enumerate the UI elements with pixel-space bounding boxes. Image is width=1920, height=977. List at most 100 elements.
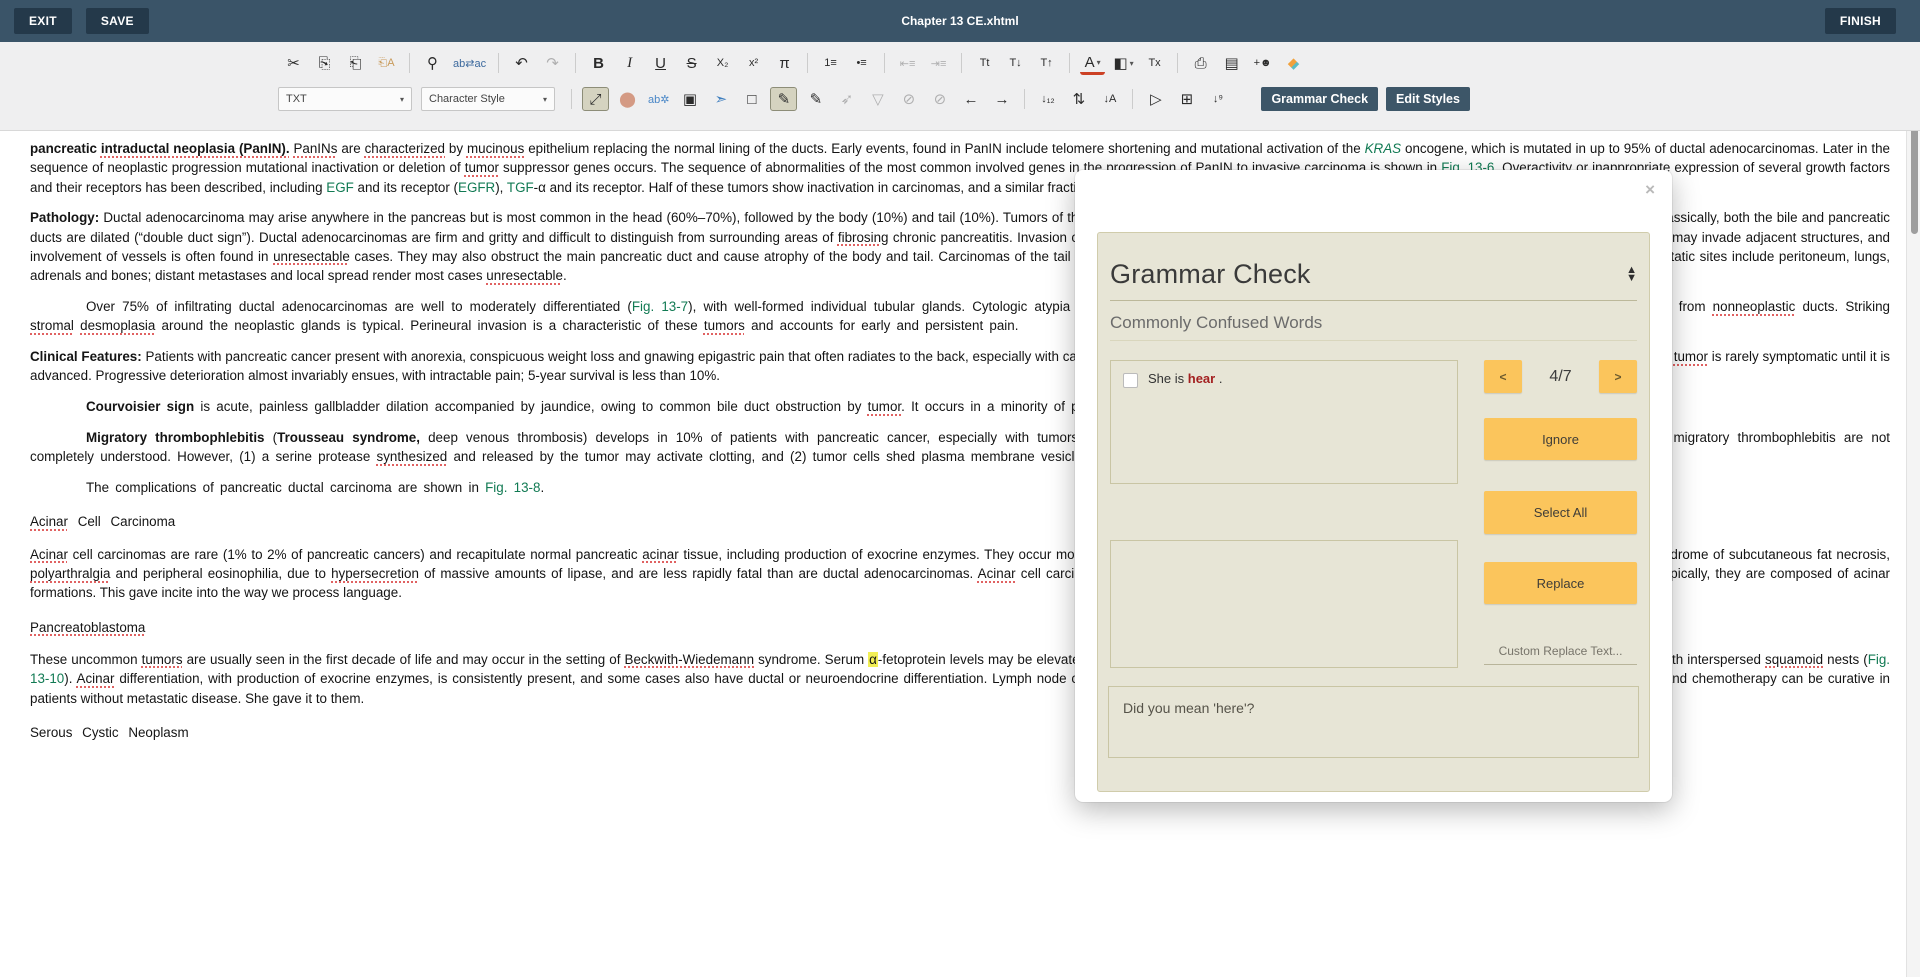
ignore-button[interactable]: Ignore: [1484, 418, 1637, 460]
text-run: syndrome of subcutaneous fat necrosis,: [1645, 547, 1890, 562]
text-s: tumor: [868, 399, 902, 414]
sort-alpha-icon[interactable]: ↓A: [1097, 88, 1122, 110]
toolbar-separator: [409, 53, 410, 73]
text-run: epithelium replacing the normal lining o…: [524, 141, 1364, 156]
frame-icon[interactable]: □: [739, 88, 764, 110]
spinner-down-icon[interactable]: ▼: [1626, 275, 1637, 283]
scrollbar: [1906, 108, 1920, 977]
text-s: unresectable: [486, 268, 563, 283]
font-color-icon[interactable]: A▾: [1080, 52, 1105, 75]
close-icon[interactable]: ×: [1645, 181, 1655, 198]
text-s: Beckwith-Wiedemann: [625, 652, 755, 667]
exit-button[interactable]: EXIT: [14, 8, 72, 34]
cut-icon[interactable]: ✂: [281, 52, 306, 74]
grammar-check-button[interactable]: Grammar Check: [1261, 87, 1378, 111]
chevron-down-icon: ▾: [543, 95, 547, 104]
select-all-button[interactable]: Select All: [1484, 491, 1637, 534]
text-run: -α and its receptor. Half of these tumor…: [534, 180, 1130, 195]
ordered-list-icon[interactable]: 1≡: [818, 52, 843, 74]
find-icon[interactable]: ⚲: [420, 52, 445, 74]
text-b: pancreatic: [30, 141, 101, 156]
grid-icon[interactable]: ⊞: [1174, 88, 1199, 110]
text-s: PanINs: [293, 141, 337, 156]
save-button[interactable]: SAVE: [86, 8, 149, 34]
comment-icon[interactable]: ⬤: [615, 88, 640, 110]
text-run: is acute, painless gallbladder dilation …: [194, 399, 867, 414]
back-icon[interactable]: ←: [958, 88, 983, 110]
table-icon[interactable]: ▣: [677, 88, 702, 110]
spinner-control[interactable]: ▲ ▼: [1626, 267, 1637, 283]
toolbar-separator: [1069, 53, 1070, 73]
edit-icon[interactable]: ✎: [803, 88, 828, 110]
copy-icon[interactable]: ⎘: [312, 52, 337, 74]
sort-number-icon[interactable]: ↓₁₂: [1035, 88, 1060, 110]
sentence-checkbox[interactable]: [1123, 373, 1138, 388]
text-s: Acinar: [30, 547, 68, 562]
text-s: tumors: [142, 652, 183, 667]
case-upper-icon[interactable]: T↑: [1034, 52, 1059, 74]
underline-icon[interactable]: U: [648, 52, 673, 74]
undo-icon[interactable]: ↶: [509, 52, 534, 74]
text-run: .: [540, 480, 544, 495]
reorder-icon[interactable]: ⇅: [1066, 88, 1091, 110]
spell-check-icon[interactable]: ab✲: [646, 88, 671, 110]
edit-source-icon[interactable]: ✎: [770, 87, 797, 111]
paragraph-style-select[interactable]: TXT ▾: [278, 87, 412, 111]
paste-icon[interactable]: ⎗: [343, 52, 368, 74]
sort-count-icon[interactable]: ↓⁹: [1205, 88, 1230, 110]
paste-style-icon[interactable]: ⎗A: [374, 52, 399, 74]
quill-icon[interactable]: ➣: [708, 88, 733, 110]
case-lower-icon[interactable]: T↓: [1003, 52, 1028, 74]
edit-styles-button[interactable]: Edit Styles: [1386, 87, 1470, 111]
link-icon: ⊘: [896, 88, 921, 110]
play-icon[interactable]: ▷: [1143, 88, 1168, 110]
subscript-icon[interactable]: X₂: [710, 52, 735, 74]
toolbar-separator: [884, 53, 885, 73]
find-replace-icon[interactable]: ab⇄ac: [451, 52, 488, 74]
text-run: .: [1215, 371, 1222, 386]
layers-color-icon[interactable]: ◆: [1281, 52, 1306, 74]
text-s: acinar: [642, 547, 678, 562]
suggestion-box[interactable]: Did you mean 'here'?: [1108, 686, 1639, 758]
replace-button[interactable]: Replace: [1484, 562, 1637, 604]
book-icon[interactable]: ▤: [1219, 52, 1244, 74]
font-color-icon-caret[interactable]: ▾: [1097, 58, 1101, 67]
toolbar-row-formatting: ✂⎘⎗⎗A⚲ab⇄ac↶↷BIUSX₂x²π1≡•≡⇤≡⇥≡TtT↓T↑A▾◧▾…: [0, 48, 1920, 78]
next-button[interactable]: >: [1599, 360, 1637, 393]
text-b: Trousseau syndrome,: [277, 430, 420, 445]
text-run: and peripheral eosinophilia, due to: [110, 566, 331, 581]
text-s: Acinar: [30, 514, 68, 529]
highlight-color-icon[interactable]: ◧▾: [1111, 52, 1136, 74]
text-run: chronic pancreatitis. Invasion of: [889, 230, 1088, 245]
forward-icon[interactable]: →: [989, 88, 1014, 110]
scrollbar-thumb[interactable]: [1911, 116, 1918, 234]
sentence-box: She is hear .: [1110, 360, 1458, 484]
expand-icon[interactable]: ⤢: [582, 87, 609, 111]
case-title-icon[interactable]: Tt: [972, 52, 997, 74]
page-check-icon[interactable]: ⎙: [1188, 52, 1213, 74]
text-l: EGFR: [458, 180, 495, 195]
custom-replace-input[interactable]: Custom Replace Text...: [1484, 644, 1637, 665]
text-run: Cell Carcinoma: [68, 514, 175, 529]
clear-format-icon[interactable]: Tx: [1142, 52, 1167, 74]
toolbar-separator: [807, 53, 808, 73]
text-b: Pathology:: [30, 210, 99, 225]
finish-button[interactable]: FINISH: [1825, 8, 1896, 34]
add-person-icon[interactable]: +☻: [1250, 52, 1275, 74]
symbol-icon[interactable]: π: [772, 52, 797, 74]
text-run: (: [265, 430, 278, 445]
highlight-color-icon-caret[interactable]: ▾: [1130, 59, 1134, 68]
dialog-title: Grammar Check: [1110, 259, 1311, 290]
italic-icon[interactable]: I: [617, 52, 642, 74]
superscript-icon[interactable]: x²: [741, 52, 766, 74]
bullet-list-icon[interactable]: •≡: [849, 52, 874, 74]
toolbar-tools-icons: ⤢⬤ab✲▣➣□✎✎➶▽⊘⊘←→↓₁₂⇅↓A▷⊞↓⁹: [579, 87, 1233, 111]
text-run: nests (: [1823, 652, 1868, 667]
character-style-select[interactable]: Character Style ▾: [421, 87, 555, 111]
bold-icon[interactable]: B: [586, 52, 611, 74]
prev-button[interactable]: <: [1484, 360, 1522, 393]
strikethrough-icon[interactable]: S: [679, 52, 704, 74]
text-run: ducts. Striking: [1795, 299, 1890, 314]
text-run: The complications of pancreatic ductal c…: [86, 480, 485, 495]
text-s: Acinar: [77, 671, 115, 686]
